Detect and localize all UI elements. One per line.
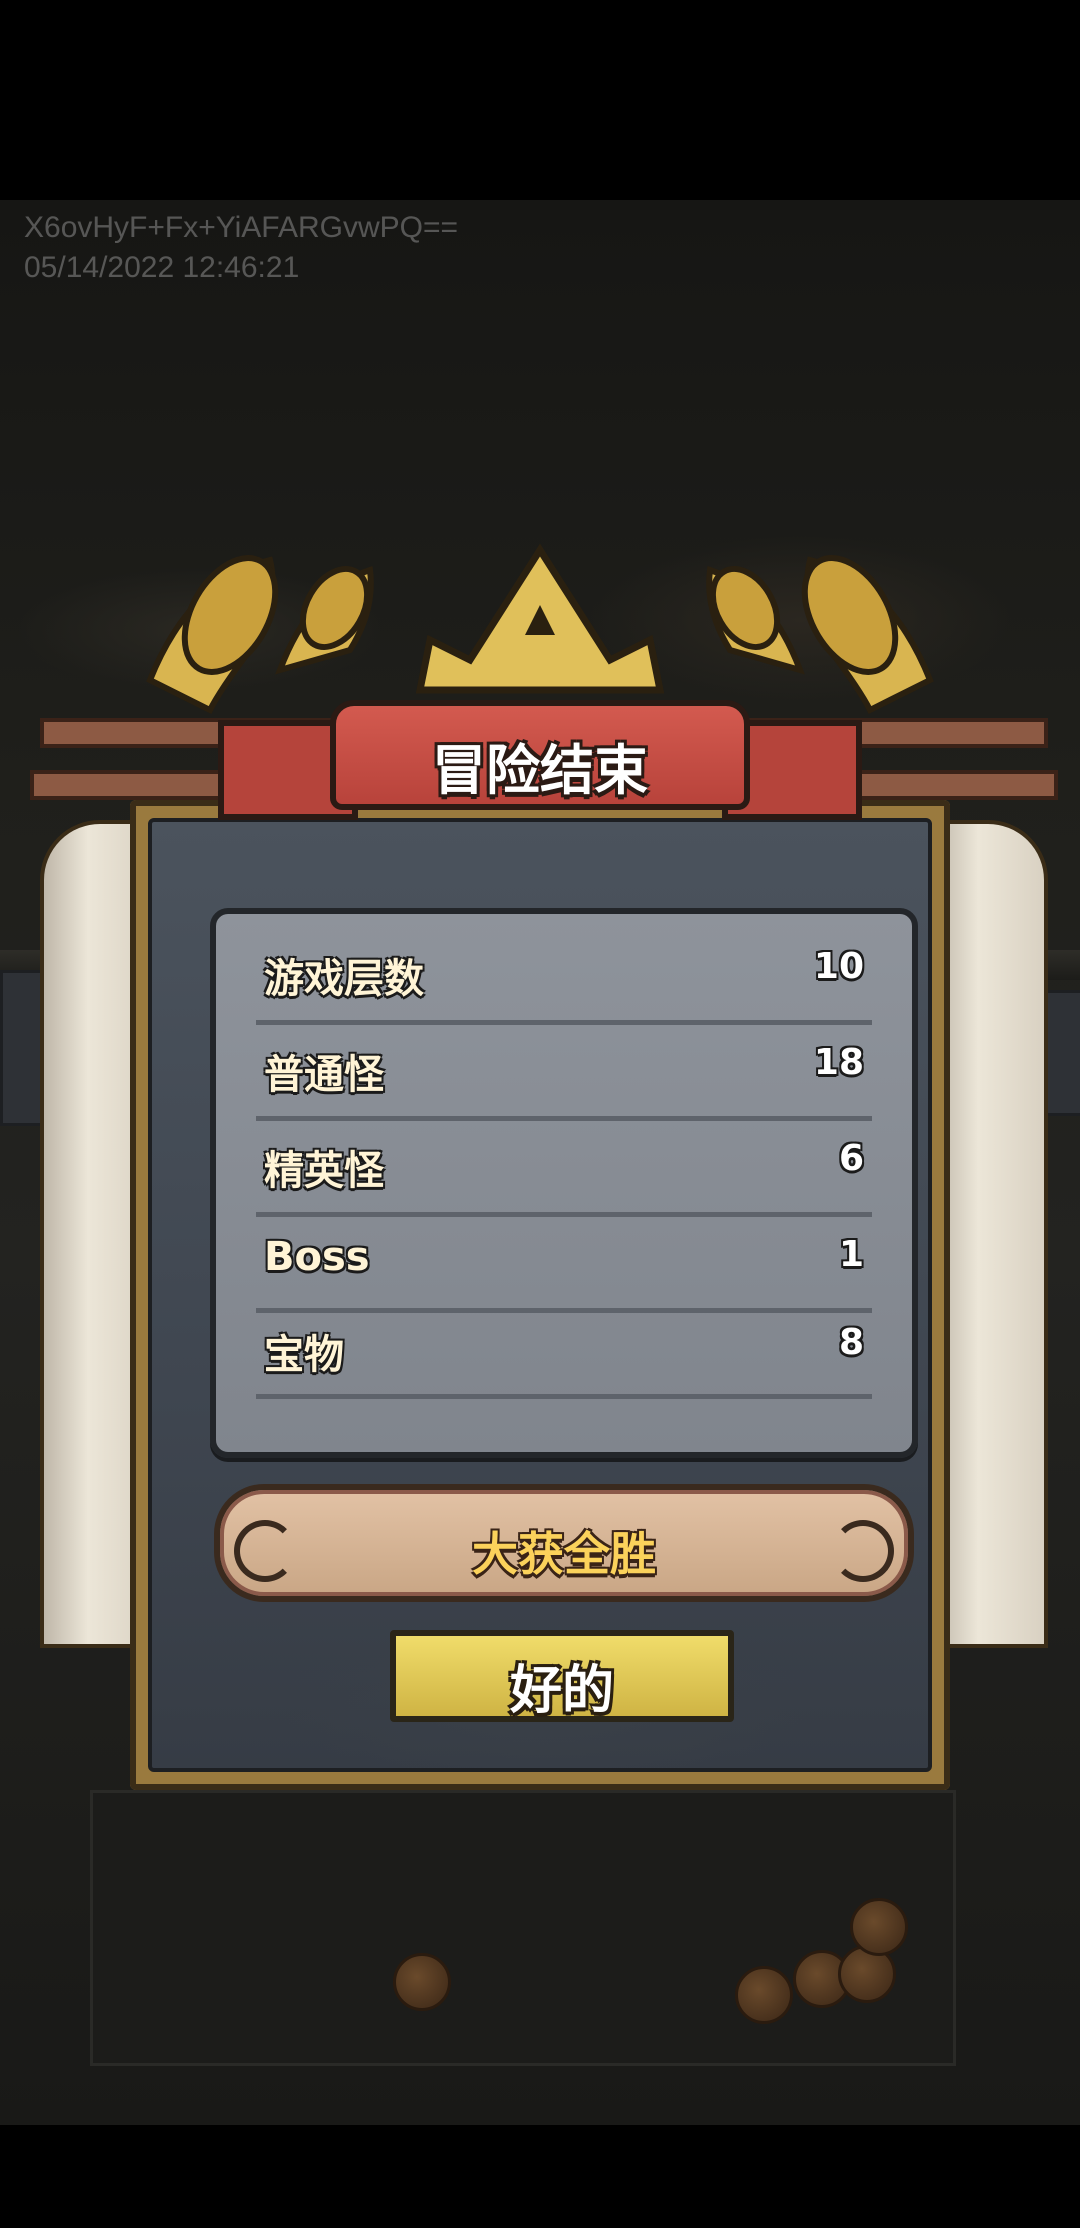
coin-icon [393,1953,451,2011]
coin-icon [850,1898,908,1956]
adventure-result-dialog: 游戏层数 10 普通怪 18 精英怪 6 Boss 1 宝物 8 大获全胜 好的 [130,800,950,1790]
stat-row-treasures: 宝物 8 [256,1308,872,1399]
stat-label: Boss [264,1234,370,1280]
title-banner: 冒险结束 [330,700,750,810]
stat-label: 精英怪 [264,1148,384,1194]
stat-label: 普通怪 [264,1052,384,1098]
stat-value: 1 [838,1234,864,1275]
watermark-timestamp: 05/14/2022 12:46:21 [24,251,300,284]
ok-button-label: 好的 [509,1661,614,1721]
stat-value: 8 [838,1322,864,1363]
watermark-id: X6ovHyF+Fx+YiAFARGvwPQ== [24,211,459,244]
dialog-title: 冒险结束 [432,739,648,802]
stat-value: 6 [838,1138,864,1179]
dialog-body: 游戏层数 10 普通怪 18 精英怪 6 Boss 1 宝物 8 大获全胜 好的 [148,818,932,1772]
stat-label: 宝物 [264,1332,344,1378]
stats-panel: 游戏层数 10 普通怪 18 精英怪 6 Boss 1 宝物 8 [210,908,918,1458]
stat-row-floors: 游戏层数 10 [256,924,872,1025]
stat-label: 游戏层数 [264,956,424,1002]
dungeon-floor-map [90,1790,956,2066]
stat-row-elite-monsters: 精英怪 6 [256,1116,872,1217]
stat-row-normal-monsters: 普通怪 18 [256,1020,872,1121]
result-text: 大获全胜 [472,1527,656,1581]
stat-row-boss: Boss 1 [256,1212,872,1313]
ok-button[interactable]: 好的 [390,1630,734,1722]
stat-value: 18 [813,1042,864,1083]
stat-value: 10 [813,946,864,987]
coin-icon [735,1966,793,2024]
result-plaque: 大获全胜 [214,1484,914,1602]
